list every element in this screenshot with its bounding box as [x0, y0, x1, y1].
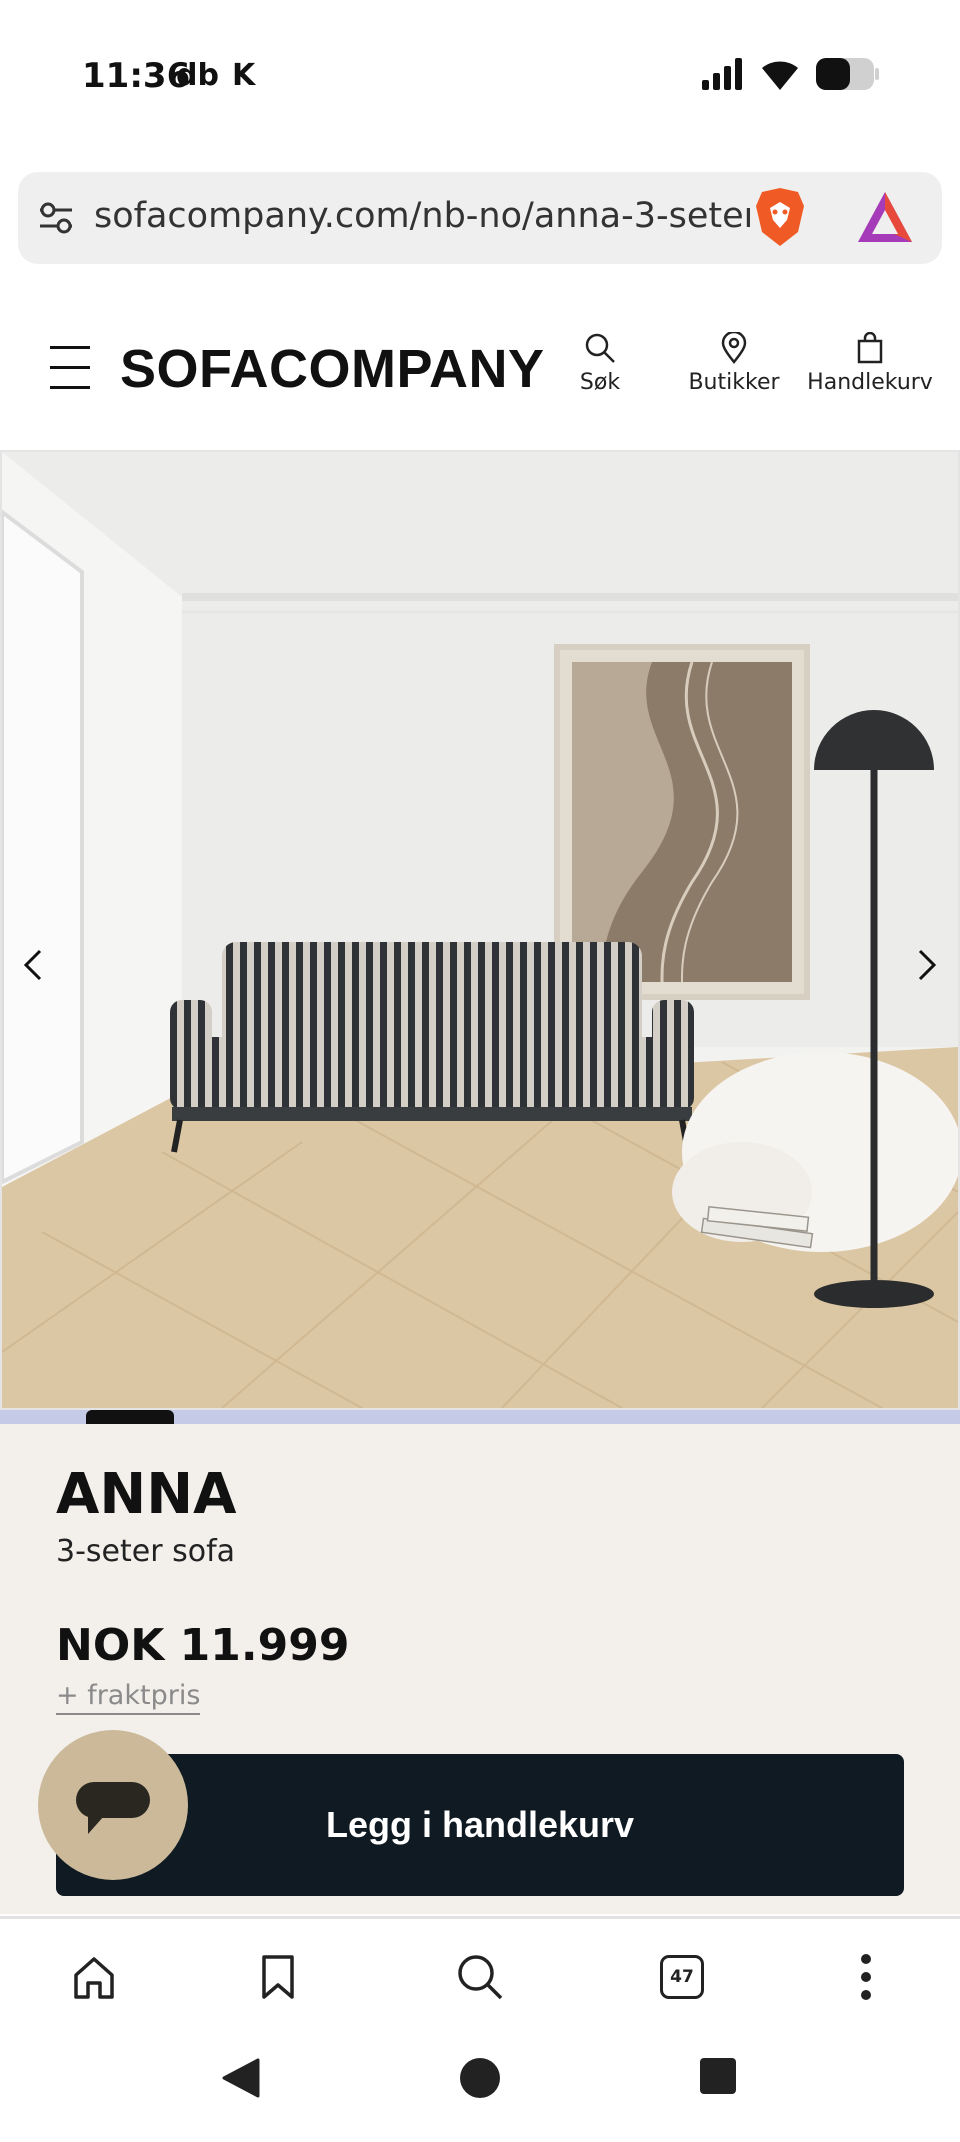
- stores-label: Butikker: [688, 370, 780, 395]
- carousel-next-icon[interactable]: [906, 945, 946, 985]
- product-name: ANNA: [56, 1462, 237, 1527]
- bookmarks-button[interactable]: [250, 1949, 306, 2005]
- search-icon: [458, 1955, 503, 2000]
- shopping-bag-icon: [857, 332, 883, 364]
- brave-rewards-icon[interactable]: [856, 190, 914, 244]
- more-vert-icon: [861, 1954, 871, 2000]
- stores-button[interactable]: Butikker: [684, 332, 784, 395]
- tabs-button[interactable]: 47: [654, 1949, 710, 2005]
- site-header: SOFACOMPANY Søk Butikker Handlekurv: [0, 300, 960, 450]
- location-pin-icon: [721, 332, 747, 364]
- wifi-icon: [762, 61, 798, 90]
- signal-icon: [702, 58, 742, 90]
- search-icon: [585, 333, 615, 363]
- carousel-progress-thumb[interactable]: [86, 1410, 174, 1424]
- brave-shields-icon[interactable]: [754, 186, 806, 248]
- back-icon[interactable]: [218, 2056, 262, 2100]
- browser-search-button[interactable]: [452, 1949, 508, 2005]
- k-app-icon: K: [232, 58, 256, 93]
- url-bar[interactable]: sofacompany.com/nb-no/anna-3-seter: [18, 172, 942, 264]
- chat-bubble-icon: [76, 1782, 150, 1834]
- carousel-prev-icon[interactable]: [14, 945, 54, 985]
- cart-label: Handlekurv: [807, 370, 933, 395]
- search-button[interactable]: Søk: [568, 332, 632, 395]
- search-label: Søk: [579, 370, 621, 395]
- android-nav-bar: [0, 2036, 960, 2142]
- menu-icon[interactable]: [50, 346, 90, 390]
- home-icon: [74, 1957, 114, 1999]
- site-logo[interactable]: SOFACOMPANY: [120, 338, 545, 400]
- battery-icon: [816, 58, 879, 90]
- url-text[interactable]: sofacompany.com/nb-no/anna-3-seter: [94, 196, 750, 236]
- browser-menu-button[interactable]: [838, 1949, 894, 2005]
- product-type: 3-seter sofa: [56, 1534, 236, 1569]
- status-time: 11:36: [82, 56, 191, 96]
- browser-toolbar: 47: [0, 1916, 960, 2036]
- cart-button[interactable]: Handlekurv: [806, 332, 934, 395]
- product-price: NOK 11.999: [56, 1620, 350, 1671]
- shipping-price-link[interactable]: + fraktpris: [56, 1680, 201, 1715]
- recents-icon[interactable]: [698, 2056, 738, 2096]
- status-bar: 11:36 db K: [0, 0, 960, 150]
- db-app-icon: db: [176, 58, 219, 93]
- site-settings-icon[interactable]: [38, 200, 74, 236]
- home-button[interactable]: [66, 1949, 122, 2005]
- home-nav-icon[interactable]: [458, 2056, 502, 2100]
- bookmark-icon: [262, 1955, 294, 1999]
- chat-button[interactable]: [38, 1730, 188, 1880]
- product-image[interactable]: [0, 450, 960, 1410]
- tab-count: 47: [660, 1955, 704, 1999]
